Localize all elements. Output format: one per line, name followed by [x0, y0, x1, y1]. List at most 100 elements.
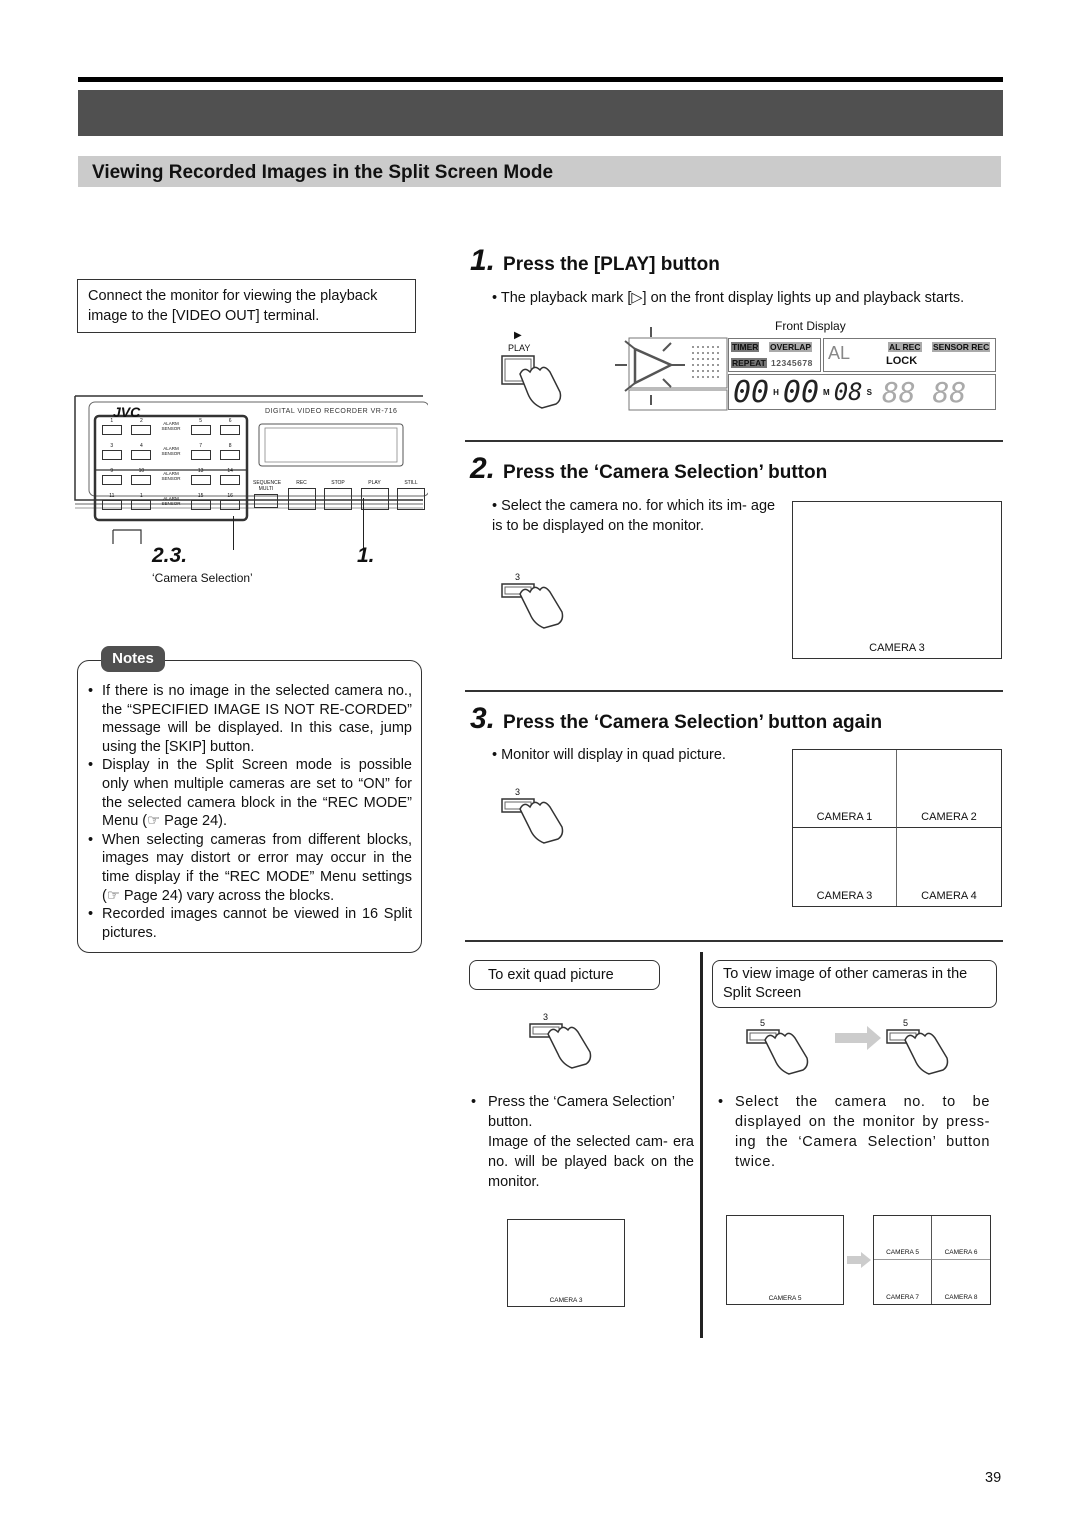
- rec-button[interactable]: REC: [287, 480, 316, 516]
- camera-label: CAMERA 3: [816, 890, 873, 902]
- alarm-sensor-label: ALARM SENSOR: [161, 471, 181, 481]
- hand-press-icon: [501, 583, 564, 629]
- al-indicator: AL: [828, 343, 851, 363]
- camera-button[interactable]: 16: [215, 493, 245, 518]
- camera-label: CAMERA 5: [768, 1295, 802, 1302]
- monitor-quad: CAMERA 5 CAMERA 6 CAMERA 7 CAMERA 8: [873, 1215, 991, 1305]
- hours-unit: H: [773, 387, 779, 397]
- connect-note: Connect the monitor for viewing the play…: [77, 279, 416, 333]
- camera-button-number: 5: [903, 1018, 909, 1028]
- camera-button[interactable]: 14: [215, 468, 245, 493]
- repeat-indicator: REPEAT: [731, 358, 767, 368]
- note-item: If there is no image in the selected cam…: [86, 682, 412, 756]
- camera-button[interactable]: 1: [127, 493, 157, 518]
- indicator-panel-right: AL AL REC SENSOR REC LOCK: [823, 338, 996, 372]
- monitor-single: CAMERA 3: [507, 1219, 625, 1307]
- monitor-single: CAMERA 5: [726, 1215, 844, 1305]
- quad-cell: CAMERA 6: [932, 1216, 990, 1260]
- exit-quad-heading-text: To exit quad picture: [488, 967, 614, 983]
- camera-button[interactable]: 6: [215, 418, 245, 443]
- camera-button[interactable]: 4: [127, 443, 157, 468]
- alarm-sensor-label: ALARM SENSOR: [161, 421, 181, 431]
- camera-label: CAMERA 1: [816, 811, 873, 823]
- hand-press-icon: [529, 1023, 592, 1069]
- alarm-sensor-label: ALARM SENSOR: [161, 496, 181, 506]
- step-3-heading: 3. Press the ‘Camera Selection’ button a…: [470, 702, 882, 736]
- exit-quad-instructions: • Press the ‘Camera Selection’ button. I…: [468, 1092, 694, 1192]
- indicator-panel-left: TIMER OVERLAP REPEAT 12345678: [728, 338, 821, 372]
- timer-indicator: TIMER: [731, 342, 760, 352]
- quad-cell: CAMERA 5: [874, 1216, 932, 1260]
- step-number: 2.: [470, 452, 496, 485]
- divider: [465, 440, 1003, 442]
- camera-button-number: 3: [515, 572, 521, 582]
- hand-press-icon: [886, 1029, 949, 1075]
- quad-cell: CAMERA 3: [793, 828, 897, 906]
- camera-button[interactable]: 3: [97, 443, 127, 468]
- sequence-multi-button[interactable]: SEQUENCE MULTI: [253, 480, 281, 516]
- camera-selection-caption: ‘Camera Selection’: [152, 571, 253, 585]
- quad-cell: CAMERA 2: [897, 750, 1001, 828]
- note-item: Display in the Split Screen mode is poss…: [86, 756, 412, 830]
- playback-mark-icon: [615, 327, 728, 411]
- step-number: 3.: [470, 702, 496, 735]
- step-number: 1.: [470, 244, 496, 277]
- bullet-dot: •: [471, 1094, 477, 1110]
- step-3-bullet: • Monitor will display in quad picture.: [492, 747, 726, 763]
- note-item: When selecting cameras from different bl…: [86, 831, 412, 905]
- chapter-band: [78, 90, 1003, 136]
- camera-button-grid: 1 2 ALARM SENSOR 5 6 3 4 ALARM SENSOR 7 …: [97, 418, 245, 518]
- lock-indicator: LOCK: [886, 355, 918, 367]
- hand-press-icon: [746, 1029, 809, 1075]
- hours-value: 00: [733, 374, 770, 410]
- camera-button[interactable]: 15: [186, 493, 216, 518]
- camera-button[interactable]: 9: [97, 468, 127, 493]
- arrow-right-icon: [835, 1026, 881, 1050]
- step-title: Press the ‘Camera Selection’ button: [503, 462, 828, 483]
- model-label: DIGITAL VIDEO RECORDER VR-716: [265, 408, 398, 415]
- notes-label: Notes: [101, 646, 165, 672]
- callout-step-1: 1.: [357, 544, 375, 567]
- bullet-dot: •: [718, 1094, 724, 1110]
- camera-label: CAMERA 3: [549, 1297, 583, 1304]
- exit-quad-text-2: Image of the selected cam- era no. will …: [488, 1134, 694, 1190]
- callout-step-2-3: 2.3.: [152, 544, 188, 567]
- step-1-heading: 1. Press the [PLAY] button: [470, 244, 720, 278]
- camera-button-illustration: 3: [528, 1010, 608, 1072]
- transport-controls: SEQUENCE MULTI REC STOP PLAY STILL: [253, 480, 425, 516]
- time-readout: 00 H 00 M 08 S 88 88: [728, 374, 996, 410]
- step-title: Press the ‘Camera Selection’ button agai…: [503, 712, 883, 733]
- still-button[interactable]: STILL: [397, 480, 425, 516]
- camera-button[interactable]: 11: [97, 493, 127, 518]
- play-triangle-icon: ▶: [514, 330, 522, 341]
- monitor-quad: CAMERA 1 CAMERA 2 CAMERA 3 CAMERA 4: [792, 749, 1002, 907]
- camera-button-illustration: 5: [885, 1016, 965, 1076]
- camera-button-illustration: 3: [500, 570, 580, 630]
- column-divider: [700, 952, 703, 1338]
- channel-digits: 12345678: [771, 358, 813, 368]
- notes-list: If there is no image in the selected cam…: [86, 682, 412, 942]
- camera-label: CAMERA 2: [921, 811, 977, 823]
- arrow-right-icon: [847, 1252, 871, 1268]
- exit-quad-heading: To exit quad picture: [469, 960, 660, 990]
- camera-label: CAMERA 3: [869, 642, 925, 654]
- hand-press-icon: [501, 798, 564, 844]
- camera-button[interactable]: 2: [127, 418, 157, 443]
- camera-button[interactable]: 13: [186, 468, 216, 493]
- other-cameras-heading: To view image of other cameras in the Sp…: [712, 960, 997, 1008]
- quad-cell: CAMERA 7: [874, 1260, 932, 1304]
- camera-button[interactable]: 1: [97, 418, 127, 443]
- camera-button[interactable]: 8: [215, 443, 245, 468]
- camera-button[interactable]: 5: [186, 418, 216, 443]
- quad-cell: CAMERA 4: [897, 828, 1001, 906]
- camera-button[interactable]: 10: [127, 468, 157, 493]
- callout-line-camera: [233, 516, 234, 550]
- step-2-bullet: • Select the camera no. for which its im…: [492, 498, 776, 534]
- play-button[interactable]: PLAY: [360, 480, 389, 516]
- camera-button[interactable]: 7: [186, 443, 216, 468]
- overlap-indicator: OVERLAP: [769, 342, 813, 352]
- alarm-sensor-label: ALARM SENSOR: [161, 446, 181, 456]
- quad-cell: CAMERA 1: [793, 750, 897, 828]
- stop-button[interactable]: STOP: [324, 480, 352, 516]
- camera-button-number: 5: [760, 1018, 766, 1028]
